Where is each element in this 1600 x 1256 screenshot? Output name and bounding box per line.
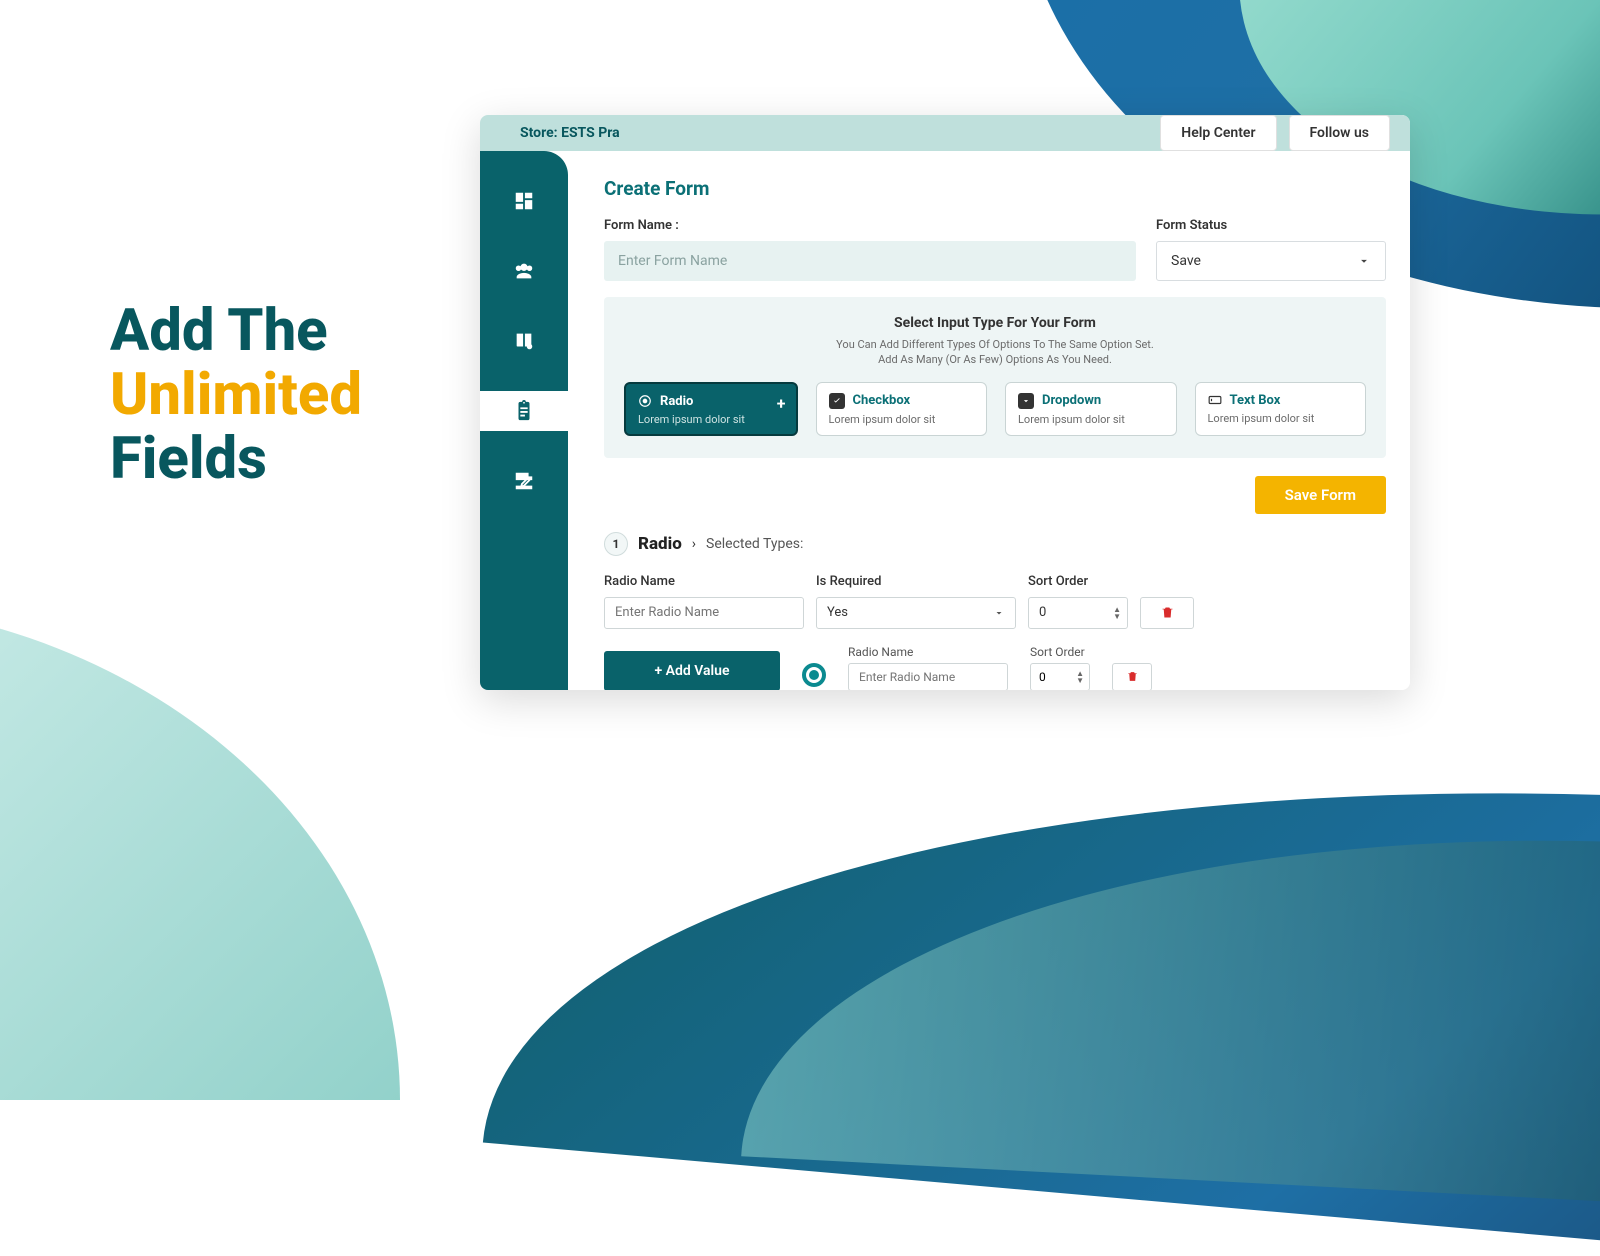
value-row: + Add Value Radio Name Sort Order 0 ▲ ▼ [604,645,1386,690]
section-head: 1 Radio › Selected Types: [604,532,1386,556]
sidebar-item-forms[interactable] [480,391,568,431]
form-name-input[interactable] [604,241,1136,281]
radio-preview-icon [802,663,826,687]
type-card-radio-label: Radio [660,394,693,409]
save-row: Save Form [604,476,1386,514]
type-panel-sub1: You Can Add Different Types Of Options T… [836,338,1154,351]
input-type-panel: Select Input Type For Your Form You Can … [604,297,1386,458]
value-sort-order-value: 0 [1039,670,1046,684]
sidebar-item-users[interactable] [480,251,568,291]
type-panel-row: + Radio Lorem ipsum dolor sit [624,382,1366,436]
section-index-badge: 1 [604,532,628,556]
stepper-buttons: ▲ ▼ [1113,606,1121,620]
trash-icon [1160,605,1175,620]
type-panel-title: Select Input Type For Your Form [624,315,1366,331]
type-card-textbox-desc: Lorem ipsum dolor sit [1208,412,1354,425]
page-title: Create Form [604,177,1386,200]
type-panel-subtitle: You Can Add Different Types Of Options T… [624,337,1366,368]
sidebar-item-docs[interactable] [480,321,568,361]
value-sort-order-stepper[interactable]: 0 ▲ ▼ [1030,663,1090,690]
edit-icon [513,470,535,492]
type-card-dropdown-label: Dropdown [1042,393,1101,408]
chevron-down-icon [1357,254,1371,268]
sidebar [480,151,568,690]
sort-order-value: 0 [1039,605,1046,620]
type-card-checkbox[interactable]: Checkbox Lorem ipsum dolor sit [816,382,988,436]
help-center-button[interactable]: Help Center [1160,115,1276,151]
stepper-down-icon[interactable]: ▼ [1076,677,1084,684]
is-required-value: Yes [827,605,848,620]
app-body: Create Form Form Name : Form Status Save… [480,151,1410,690]
form-name-label: Form Name : [604,218,1136,233]
add-value-button[interactable]: + Add Value [604,651,780,690]
is-required-label: Is Required [816,574,1016,589]
store-name: ESTS Pra [561,125,620,141]
sort-order-label: Sort Order [1028,574,1128,589]
stepper-buttons-mini: ▲ ▼ [1076,670,1084,684]
app-window: Store: ESTS Pra Help Center Follow us [480,115,1410,690]
type-panel-sub2: Add As Many (Or As Few) Options As You N… [878,353,1112,366]
sidebar-item-edit[interactable] [480,461,568,501]
type-card-textbox-label: Text Box [1230,393,1281,408]
main-content: Create Form Form Name : Form Status Save… [568,151,1410,690]
value-radio-name-label: Radio Name [848,645,1008,659]
form-status-select[interactable]: Save [1156,241,1386,281]
radio-icon [638,394,652,408]
users-icon [513,260,535,282]
type-card-radio[interactable]: + Radio Lorem ipsum dolor sit [624,382,798,436]
section-subtitle: Selected Types: [706,536,803,552]
store-label: Store: ESTS Pra [520,125,620,141]
form-status-group: Form Status Save [1156,218,1386,281]
chevron-right-icon: › [692,536,696,552]
form-name-group: Form Name : [604,218,1136,281]
type-card-checkbox-label: Checkbox [853,393,911,408]
bg-swoosh-bottom-left [0,600,400,1100]
is-required-select[interactable]: Yes [816,597,1016,629]
value-sort-order-label: Sort Order [1030,645,1090,659]
stepper-down-icon[interactable]: ▼ [1113,613,1121,620]
sort-order-stepper[interactable]: 0 ▲ ▼ [1028,597,1128,629]
chevron-down-icon [993,607,1005,619]
delete-field-button[interactable] [1140,597,1194,629]
type-card-dropdown[interactable]: Dropdown Lorem ipsum dolor sit [1005,382,1177,436]
type-card-radio-desc: Lorem ipsum dolor sit [638,413,784,426]
trash-icon [1126,670,1139,683]
topbar-buttons: Help Center Follow us [1160,115,1390,151]
dashboard-icon [513,190,535,212]
promo-headline: Add The Unlimited Fields [110,300,362,491]
follow-us-button[interactable]: Follow us [1289,115,1391,151]
type-card-checkbox-desc: Lorem ipsum dolor sit [829,413,975,426]
headline-line2: Unlimited [110,364,362,428]
field-config-row: Radio Name Is Required Yes Sort Order 0 [604,574,1386,629]
type-card-textbox[interactable]: Text Box Lorem ipsum dolor sit [1195,382,1367,436]
clipboard-icon [513,400,535,422]
store-prefix: Store: [520,125,561,141]
save-form-button[interactable]: Save Form [1255,476,1386,514]
sidebar-item-dashboard[interactable] [480,181,568,221]
form-status-value: Save [1171,253,1201,269]
book-icon [513,330,535,352]
delete-value-button[interactable] [1112,663,1152,690]
section-title: Radio [638,534,682,554]
headline-line1: Add The [110,300,362,364]
textbox-icon [1208,393,1222,407]
checkbox-icon [829,393,845,409]
value-radio-name-input[interactable] [848,663,1008,690]
topbar: Store: ESTS Pra Help Center Follow us [480,115,1410,151]
plus-icon: + [777,394,786,413]
headline-line3: Fields [110,428,362,492]
type-card-dropdown-desc: Lorem ipsum dolor sit [1018,413,1164,426]
form-meta-row: Form Name : Form Status Save [604,218,1386,281]
form-status-label: Form Status [1156,218,1386,233]
radio-name-label: Radio Name [604,574,804,589]
radio-name-input[interactable] [604,597,804,629]
dropdown-icon [1018,393,1034,409]
